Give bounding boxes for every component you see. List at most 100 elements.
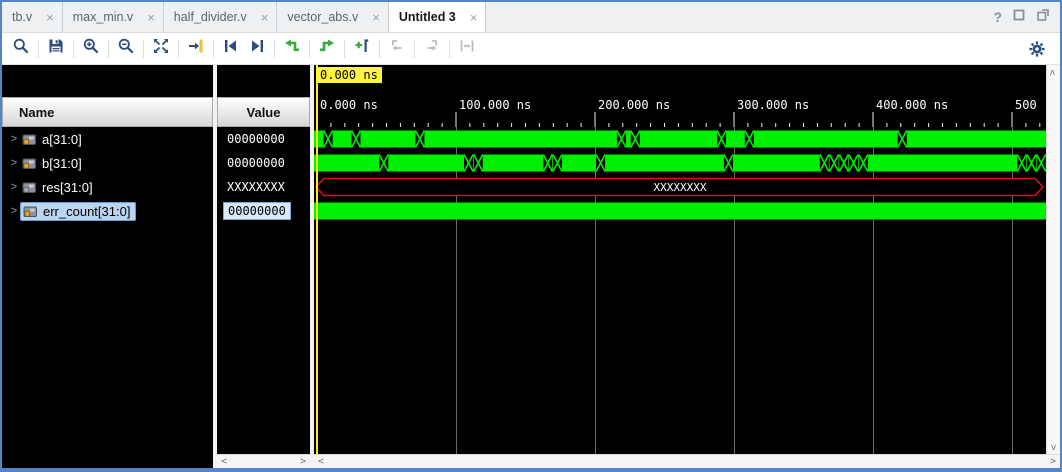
name-header-label: Name — [19, 105, 54, 120]
zoom-in-icon — [82, 37, 100, 60]
zoom-out-button[interactable] — [113, 37, 139, 61]
zoom-in-button[interactable] — [78, 37, 104, 61]
waveform-window: tb.v×max_min.v×half_divider.v×vector_abs… — [0, 0, 1062, 472]
tab-label: max_min.v — [73, 10, 133, 24]
value-panel-filler — [217, 223, 310, 454]
signal-row-a310[interactable]: >a[31:0] — [2, 127, 213, 151]
zoom-to-cursor-icon — [187, 37, 205, 60]
signal-name: res[31:0] — [42, 180, 93, 195]
toolbar-separator — [108, 40, 109, 58]
scroll-left-icon[interactable]: < — [314, 455, 328, 468]
tab-close-icon[interactable]: × — [46, 11, 54, 24]
previous-marker-button[interactable] — [384, 37, 410, 61]
tab-half-divider-v[interactable]: half_divider.v× — [164, 2, 278, 32]
previous-transition-button[interactable] — [279, 37, 305, 61]
help-icon[interactable]: ? — [993, 9, 1002, 25]
next-transition-button[interactable] — [314, 37, 340, 61]
expand-icon[interactable]: > — [8, 157, 20, 169]
save-waveform-icon — [47, 37, 65, 60]
tab-bar-spacer — [486, 2, 993, 32]
signal-label-wrap: b[31:0] — [20, 155, 87, 172]
value-horizontal-scrollbar[interactable]: < > — [217, 454, 310, 468]
scroll-down-icon[interactable]: > — [1050, 440, 1056, 454]
go-to-time-0-button[interactable] — [218, 37, 244, 61]
next-marker-button[interactable] — [419, 37, 445, 61]
next-marker-icon — [423, 37, 441, 60]
maximize-window-icon[interactable] — [1036, 8, 1050, 27]
toolbar-separator — [449, 40, 450, 58]
toolbar-separator — [213, 40, 214, 58]
signal-row-res310[interactable]: > res[31:0] — [2, 175, 213, 199]
waveform-canvas[interactable]: 0.000 ns 0.000 ns100.000 ns200.000 ns300… — [314, 65, 1046, 454]
save-waveform-button[interactable] — [43, 37, 69, 61]
tab-close-icon[interactable]: × — [470, 11, 478, 24]
find-icon — [12, 37, 30, 60]
tab-untitled-3[interactable]: Untitled 3× — [389, 2, 487, 32]
next-transition-icon — [318, 37, 336, 60]
signal-value-row[interactable]: 00000000 — [217, 151, 310, 175]
signal-value: 00000000 — [223, 202, 291, 220]
signal-row-b310[interactable]: >b[31:0] — [2, 151, 213, 175]
float-window-icon[interactable] — [1012, 8, 1026, 27]
expand-icon[interactable]: > — [8, 181, 20, 193]
wave-b310[interactable] — [314, 151, 1046, 175]
go-to-time-0-icon — [222, 37, 240, 60]
tab-vector-abs-v[interactable]: vector_abs.v × — [277, 2, 388, 32]
swap-cursors-button[interactable] — [454, 37, 480, 61]
wave-res310[interactable]: XXXXXXXX — [314, 175, 1046, 199]
signal-value: 00000000 — [223, 131, 289, 147]
wave-a310[interactable] — [314, 127, 1046, 151]
wave-svg: XXXXXXXX — [314, 175, 1046, 199]
name-column-header[interactable]: Name — [2, 97, 213, 127]
signal-value-row[interactable]: XXXXXXXX — [217, 175, 310, 199]
tab-close-icon[interactable]: × — [261, 11, 269, 24]
toolbar-separator — [274, 40, 275, 58]
expand-icon[interactable]: > — [8, 133, 20, 145]
time-cursor-line[interactable] — [316, 65, 318, 454]
scroll-up-icon[interactable]: > — [1050, 65, 1056, 79]
signal-row-err_count310[interactable]: >err_count[31:0] — [2, 199, 213, 223]
time-ruler[interactable]: 0.000 ns100.000 ns200.000 ns300.000 ns40… — [314, 97, 1046, 127]
toolbar-separator — [178, 40, 179, 58]
scroll-right-icon[interactable]: > — [1046, 455, 1060, 468]
wave-err_count310[interactable] — [314, 199, 1046, 223]
add-marker-button[interactable] — [349, 37, 375, 61]
toolbar-separator — [73, 40, 74, 58]
tab-close-icon[interactable]: × — [372, 11, 380, 24]
ruler-label: 200.000 ns — [598, 98, 670, 112]
toolbar-separator — [344, 40, 345, 58]
bus-signal-icon — [22, 157, 37, 170]
ruler-label: 0.000 ns — [320, 98, 378, 112]
find-button[interactable] — [8, 37, 34, 61]
wave-svg — [314, 127, 1046, 151]
value-column-header[interactable]: Value — [217, 97, 310, 127]
signal-value-row[interactable]: 00000000 — [217, 199, 310, 223]
settings-button[interactable] — [1024, 37, 1050, 61]
value-panel-top-band — [217, 65, 310, 97]
expand-icon[interactable]: > — [8, 205, 20, 217]
bus-signal-icon — [22, 181, 37, 194]
signal-value-row[interactable]: 00000000 — [217, 127, 310, 151]
tab-tb-v[interactable]: tb.v × — [2, 2, 63, 32]
previous-transition-icon — [283, 37, 301, 60]
tab-label: vector_abs.v — [287, 10, 358, 24]
selected-signal-highlight: err_count[31:0] — [20, 202, 136, 221]
zoom-fit-icon — [152, 37, 170, 60]
go-to-last-time-button[interactable] — [244, 37, 270, 61]
tab-close-icon[interactable]: × — [147, 11, 155, 24]
value-header-label: Value — [247, 105, 281, 120]
tab-label: tb.v — [12, 10, 32, 24]
ruler-label: 500 — [1015, 98, 1037, 112]
wave-horizontal-scrollbar[interactable]: < > — [314, 454, 1060, 468]
wave-main: Name >a[31:0]>b[31:0]>res[31:0]>err_coun… — [2, 65, 1060, 468]
toolbar-separator — [379, 40, 380, 58]
wave-vertical-scrollbar[interactable]: > > — [1046, 65, 1060, 454]
scroll-right-icon[interactable]: > — [296, 455, 310, 468]
zoom-to-cursor-button[interactable] — [183, 37, 209, 61]
signal-name-panel: Name >a[31:0]>b[31:0]>res[31:0]>err_coun… — [2, 65, 213, 468]
wave-svg — [314, 199, 1046, 223]
zoom-fit-button[interactable] — [148, 37, 174, 61]
tab-max-min-v[interactable]: max_min.v × — [63, 2, 164, 32]
cursor-time-badge: 0.000 ns — [316, 67, 382, 83]
scroll-left-icon[interactable]: < — [217, 455, 231, 468]
